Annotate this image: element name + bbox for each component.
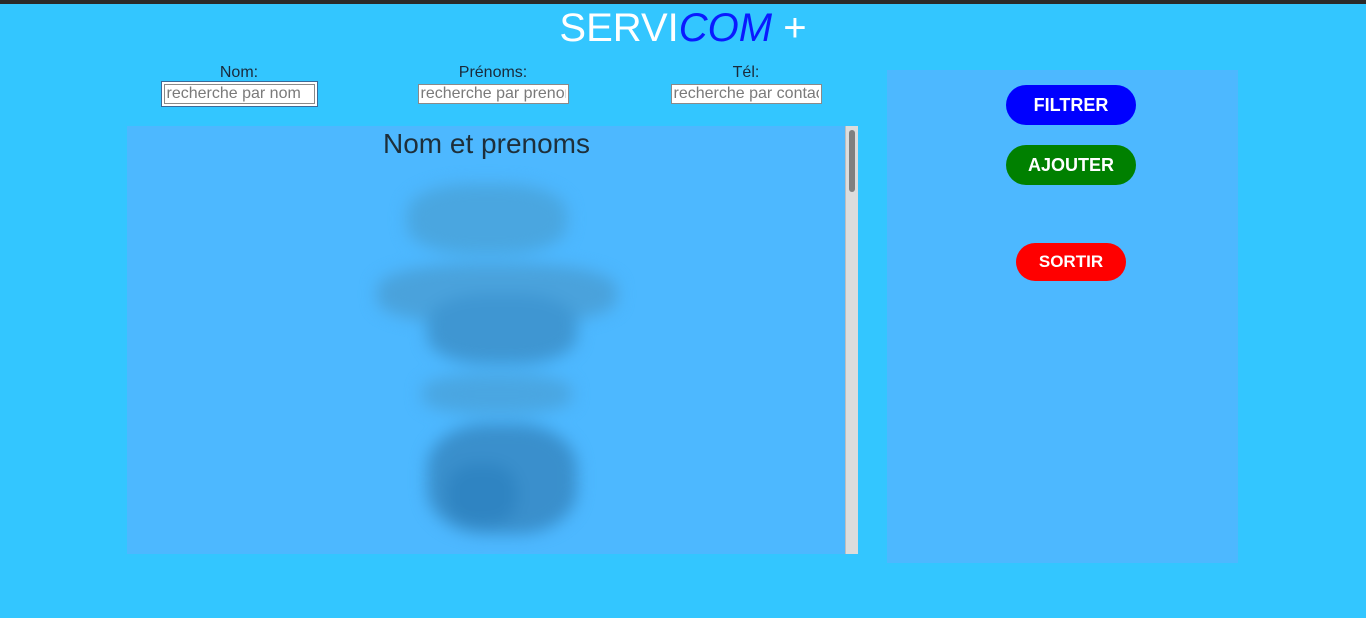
- list-scrollbar[interactable]: [845, 126, 858, 554]
- exit-button[interactable]: SORTIR: [1016, 243, 1126, 281]
- search-prenoms-input[interactable]: [417, 84, 569, 104]
- search-nom-input[interactable]: [161, 82, 317, 106]
- app-title-part-2: COM: [678, 6, 773, 50]
- blurred-list-content: [367, 174, 627, 561]
- app-title: SERVICOM +: [0, 6, 1366, 50]
- window-top-bar: [0, 0, 1366, 4]
- contacts-list-panel[interactable]: Nom et prenoms: [127, 126, 858, 554]
- filter-prenoms: Prénoms:: [383, 64, 603, 104]
- filter-button[interactable]: FILTRER: [1006, 85, 1136, 125]
- app-title-part-1: SERVI: [559, 6, 679, 50]
- search-tel-input[interactable]: [670, 84, 822, 104]
- filter-nom-label: Nom:: [219, 64, 259, 81]
- app-title-part-3: +: [772, 6, 807, 50]
- list-title: Nom et prenoms: [383, 128, 590, 159]
- search-filters: Nom: Prénoms: Tél:: [127, 64, 859, 110]
- filter-prenoms-label: Prénoms:: [458, 64, 528, 81]
- list-scrollbar-thumb[interactable]: [849, 130, 855, 192]
- filter-tel-label: Tél:: [732, 64, 760, 81]
- filter-nom: Nom:: [129, 64, 349, 106]
- add-button[interactable]: AJOUTER: [1006, 145, 1136, 185]
- filter-tel: Tél:: [636, 64, 856, 104]
- actions-panel: FILTRER AJOUTER SORTIR: [887, 70, 1238, 563]
